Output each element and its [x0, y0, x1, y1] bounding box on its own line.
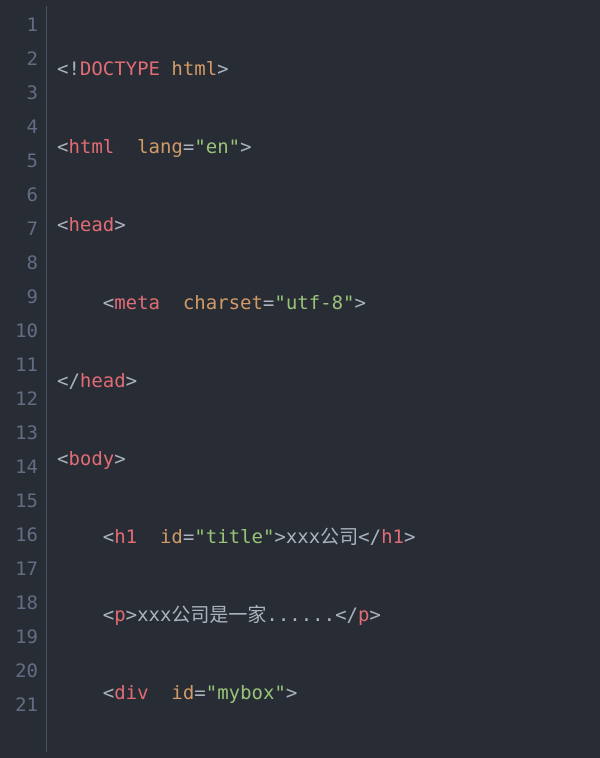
- code-token: <: [57, 604, 114, 626]
- code-token: DOCTYPE: [80, 58, 160, 80]
- line-number: 18: [0, 586, 38, 620]
- code-token: p: [114, 604, 125, 626]
- code-token: =: [263, 292, 274, 314]
- code-token: </: [358, 526, 381, 548]
- code-token: div: [114, 682, 148, 704]
- code-line[interactable]: <meta charset="utf-8">: [57, 286, 600, 320]
- code-line[interactable]: <body>: [57, 442, 600, 476]
- code-token: </: [57, 370, 80, 392]
- code-token: =: [183, 526, 194, 548]
- code-token: h1: [381, 526, 404, 548]
- code-token: head: [80, 370, 126, 392]
- code-token: =: [183, 136, 194, 158]
- code-token: "mybox": [206, 682, 286, 704]
- code-editor[interactable]: 1 2 3 4 5 6 7 8 9 10 11 12 13 14 15 16 1…: [0, 0, 600, 758]
- line-number: 6: [0, 178, 38, 212]
- code-token: <: [57, 448, 68, 470]
- code-token: xxx公司是一家......: [137, 604, 335, 626]
- line-number: 2: [0, 42, 38, 76]
- line-number: 3: [0, 76, 38, 110]
- line-number: 12: [0, 382, 38, 416]
- code-token: <: [57, 292, 114, 314]
- line-number-gutter: 1 2 3 4 5 6 7 8 9 10 11 12 13 14 15 16 1…: [0, 0, 46, 758]
- line-number: 10: [0, 314, 38, 348]
- code-token: meta: [114, 292, 160, 314]
- code-token: id: [137, 526, 183, 548]
- code-token: <: [57, 136, 68, 158]
- line-number: 20: [0, 654, 38, 688]
- line-number: 9: [0, 280, 38, 314]
- code-line[interactable]: <head>: [57, 208, 600, 242]
- code-token: <: [57, 682, 114, 704]
- code-token: xxx公司: [286, 526, 358, 548]
- code-token: html: [160, 58, 217, 80]
- code-token: <!: [57, 58, 80, 80]
- code-token: >: [126, 370, 137, 392]
- code-token: id: [149, 682, 195, 704]
- line-number: 7: [0, 212, 38, 246]
- code-line[interactable]: <p>xxx公司是一家......</p>: [57, 598, 600, 632]
- code-token: body: [68, 448, 114, 470]
- code-token: head: [68, 214, 114, 236]
- code-token: </: [335, 604, 358, 626]
- line-number: 21: [0, 688, 38, 722]
- code-token: >: [114, 448, 125, 470]
- code-token: <: [57, 214, 68, 236]
- line-number: 8: [0, 246, 38, 280]
- line-number: 15: [0, 484, 38, 518]
- line-number: 17: [0, 552, 38, 586]
- code-token: <: [57, 526, 114, 548]
- line-number: 13: [0, 416, 38, 450]
- code-line[interactable]: </head>: [57, 364, 600, 398]
- code-token: =: [194, 682, 205, 704]
- code-token: >: [286, 682, 297, 704]
- code-line[interactable]: <!DOCTYPE html>: [57, 52, 600, 86]
- code-area[interactable]: <!DOCTYPE html> <html lang="en"> <head> …: [47, 0, 600, 758]
- code-token: >: [404, 526, 415, 548]
- code-token: >: [217, 58, 228, 80]
- code-line[interactable]: <html lang="en">: [57, 130, 600, 164]
- code-line[interactable]: <h1>{{a}}</h1>: [57, 754, 600, 758]
- line-number: 1: [0, 8, 38, 42]
- line-number: 19: [0, 620, 38, 654]
- code-token: html: [68, 136, 114, 158]
- code-token: h1: [114, 526, 137, 548]
- code-token: >: [126, 604, 137, 626]
- line-number: 16: [0, 518, 38, 552]
- line-number: 5: [0, 144, 38, 178]
- code-token: p: [358, 604, 369, 626]
- line-number: 11: [0, 348, 38, 382]
- code-token: >: [274, 526, 285, 548]
- line-number: 14: [0, 450, 38, 484]
- code-token: >: [114, 214, 125, 236]
- code-token: >: [354, 292, 365, 314]
- code-token: charset: [160, 292, 263, 314]
- code-token: "title": [194, 526, 274, 548]
- code-token: "en": [194, 136, 240, 158]
- code-token: >: [369, 604, 380, 626]
- code-token: lang: [114, 136, 183, 158]
- code-line[interactable]: <div id="mybox">: [57, 676, 600, 710]
- code-token: >: [240, 136, 251, 158]
- code-line[interactable]: <h1 id="title">xxx公司</h1>: [57, 520, 600, 554]
- line-number: 4: [0, 110, 38, 144]
- code-token: "utf-8": [274, 292, 354, 314]
